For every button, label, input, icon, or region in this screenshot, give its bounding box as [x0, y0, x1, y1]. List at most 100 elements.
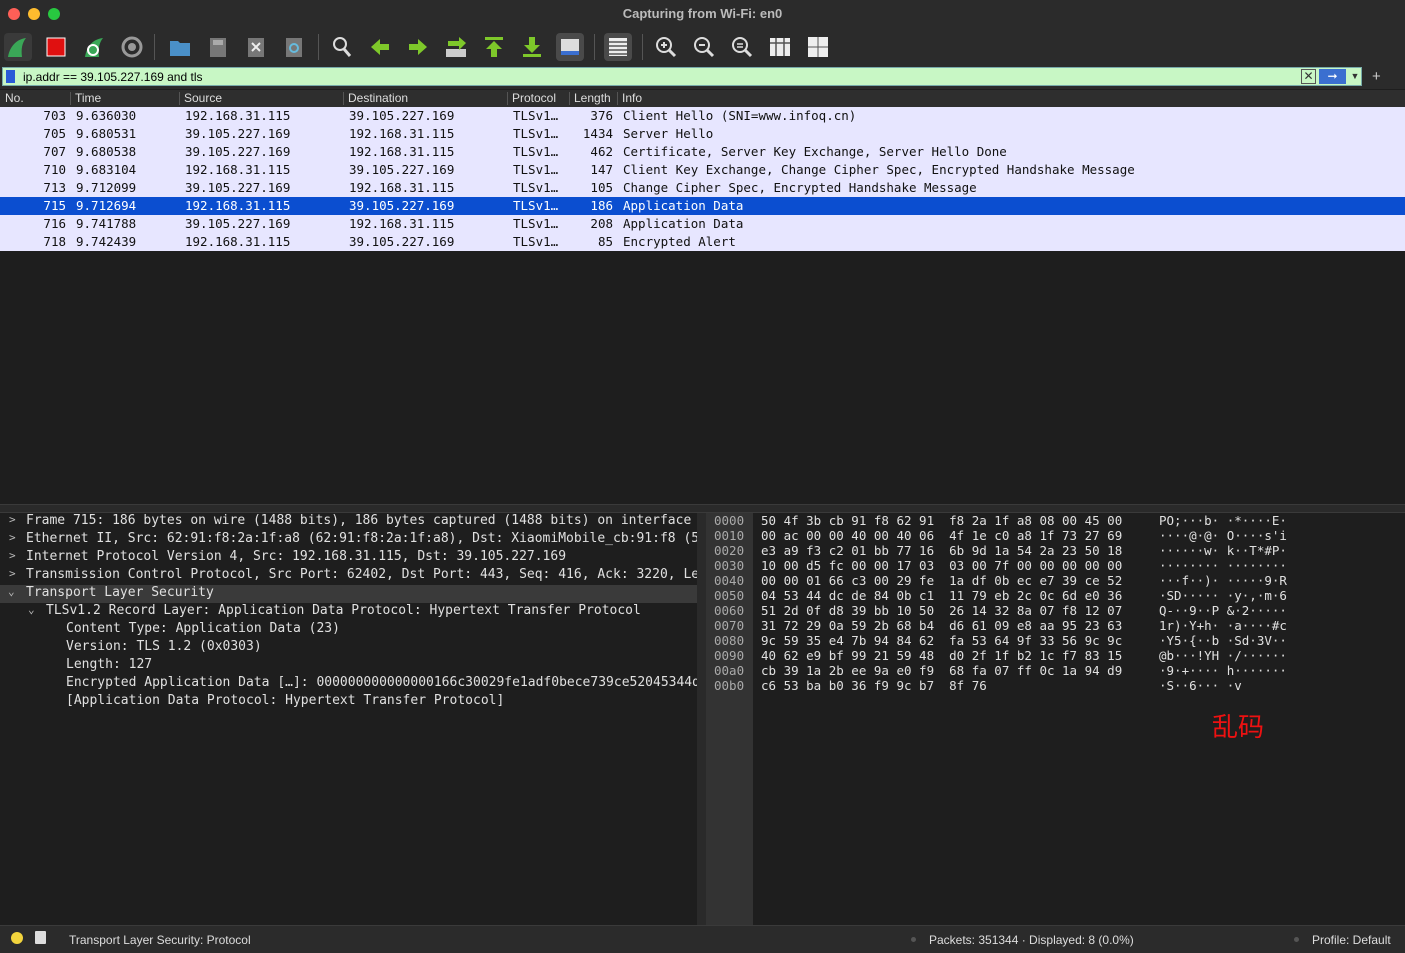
- tree-item-encrypted-data[interactable]: Encrypted Application Data […]: 00000000…: [0, 675, 697, 693]
- expert-info-icon[interactable]: [11, 932, 23, 944]
- packet-protocol: TLSv1…: [513, 162, 559, 177]
- packet-row[interactable]: 705 9.680531 39.105.227.169 192.168.31.1…: [0, 125, 1405, 143]
- col-header-length[interactable]: Length: [574, 91, 615, 105]
- packet-row-selected[interactable]: 715 9.712694 192.168.31.115 39.105.227.1…: [0, 197, 1405, 215]
- reload-file-icon[interactable]: [280, 33, 308, 61]
- packet-source: 192.168.31.115: [185, 234, 291, 249]
- hex-bytes[interactable]: 51 2d 0f d8 39 bb 10 50 26 14 32 8a 07 f…: [761, 603, 1122, 618]
- hex-bytes[interactable]: 00 00 01 66 c3 00 29 fe 1a df 0b ec e7 3…: [761, 573, 1122, 588]
- packet-info: Client Hello (SNI=www.infoq.cn): [623, 108, 857, 123]
- col-header-source[interactable]: Source: [184, 91, 222, 105]
- stop-capture-icon[interactable]: [42, 33, 70, 61]
- packet-row[interactable]: 716 9.741788 39.105.227.169 192.168.31.1…: [0, 215, 1405, 233]
- hex-bytes[interactable]: 00 ac 00 00 40 00 40 06 4f 1e c0 a8 1f 7…: [761, 528, 1122, 543]
- tree-item-tls-record[interactable]: ⌄ TLSv1.2 Record Layer: Application Data …: [0, 603, 697, 621]
- tree-item-ipv4[interactable]: > Internet Protocol Version 4, Src: 192.1…: [0, 549, 697, 567]
- find-packet-icon[interactable]: [328, 33, 356, 61]
- hex-ascii[interactable]: ·SD····· ·y·,·m·6: [1159, 588, 1287, 603]
- packet-row[interactable]: 713 9.712099 39.105.227.169 192.168.31.1…: [0, 179, 1405, 197]
- tree-item-content-type[interactable]: Content Type: Application Data (23): [0, 621, 697, 639]
- col-header-protocol[interactable]: Protocol: [512, 91, 556, 105]
- display-filter-input[interactable]: ip.addr == 39.105.227.169 and tls ✕ ➞ ▼: [2, 67, 1362, 86]
- tree-item-tls[interactable]: ⌄ Transport Layer Security: [0, 585, 697, 603]
- hex-ascii[interactable]: ······w· k··T*#P·: [1159, 543, 1287, 558]
- shark-fin-start-icon[interactable]: [4, 33, 32, 61]
- chevron-right-icon[interactable]: >: [9, 567, 21, 580]
- tree-item-app-protocol[interactable]: [Application Data Protocol: Hypertext Tr…: [0, 693, 697, 711]
- add-filter-button[interactable]: +: [1372, 68, 1381, 85]
- tree-item-length[interactable]: Length: 127: [0, 657, 697, 675]
- clear-filter-icon[interactable]: ✕: [1301, 69, 1316, 84]
- zoom-out-icon[interactable]: [690, 33, 718, 61]
- hex-ascii[interactable]: 1r)·Y+h· ·a····#c: [1159, 618, 1287, 633]
- hex-bytes[interactable]: 9c 59 35 e4 7b 94 84 62 fa 53 64 9f 33 5…: [761, 633, 1122, 648]
- hex-ascii[interactable]: ·Y5·{··b ·Sd·3V··: [1159, 633, 1287, 648]
- last-packet-icon[interactable]: [518, 33, 546, 61]
- hex-offset: 0020: [714, 543, 745, 558]
- hex-bytes[interactable]: 10 00 d5 fc 00 00 17 03 03 00 7f 00 00 0…: [761, 558, 1122, 573]
- hex-bytes[interactable]: cb 39 1a 2b ee 9a e0 f9 68 fa 07 ff 0c 1…: [761, 663, 1122, 678]
- hex-bytes[interactable]: 50 4f 3b cb 91 f8 62 91 f8 2a 1f a8 08 0…: [761, 513, 1122, 528]
- first-packet-icon[interactable]: [480, 33, 508, 61]
- hex-ascii[interactable]: ·S··6··· ·v: [1159, 678, 1242, 693]
- hex-offset: 0060: [714, 603, 745, 618]
- col-header-no[interactable]: No.: [5, 91, 24, 105]
- hex-ascii[interactable]: ········ ········: [1159, 558, 1287, 573]
- hex-bytes[interactable]: e3 a9 f3 c2 01 bb 77 16 6b 9d 1a 54 2a 2…: [761, 543, 1122, 558]
- packet-protocol: TLSv1…: [513, 126, 559, 141]
- packet-destination: 39.105.227.169: [349, 162, 455, 177]
- col-header-destination[interactable]: Destination: [348, 91, 408, 105]
- title-bar: Capturing from Wi-Fi: en0: [0, 0, 1405, 29]
- layout-icon[interactable]: [804, 33, 832, 61]
- pane-splitter-vertical[interactable]: [697, 513, 706, 925]
- hex-ascii[interactable]: ···f··)· ·····9·R: [1159, 573, 1287, 588]
- packet-row[interactable]: 710 9.683104 192.168.31.115 39.105.227.1…: [0, 161, 1405, 179]
- chevron-down-icon[interactable]: ⌄: [28, 603, 40, 616]
- chevron-right-icon[interactable]: >: [9, 549, 21, 562]
- window-title: Capturing from Wi-Fi: en0: [622, 6, 783, 21]
- zoom-in-icon[interactable]: [652, 33, 680, 61]
- close-file-icon[interactable]: [242, 33, 270, 61]
- packet-row[interactable]: 707 9.680538 39.105.227.169 192.168.31.1…: [0, 143, 1405, 161]
- resize-columns-icon[interactable]: [766, 33, 794, 61]
- chevron-right-icon[interactable]: >: [9, 513, 21, 526]
- hex-ascii[interactable]: @b···!YH ·/······: [1159, 648, 1287, 663]
- zoom-normal-icon[interactable]: [728, 33, 756, 61]
- hex-bytes[interactable]: 40 62 e9 bf 99 21 59 48 d0 2f 1f b2 1c f…: [761, 648, 1122, 663]
- chevron-down-icon[interactable]: ⌄: [8, 585, 20, 598]
- colorize-icon[interactable]: [604, 33, 632, 61]
- tree-item-frame[interactable]: > Frame 715: 186 bytes on wire (1488 bits…: [0, 513, 697, 531]
- col-header-time[interactable]: Time: [75, 91, 101, 105]
- open-file-icon[interactable]: [166, 33, 194, 61]
- hex-ascii[interactable]: PO;···b· ·*····E·: [1159, 513, 1287, 528]
- hex-bytes[interactable]: c6 53 ba b0 36 f9 9c b7 8f 76: [761, 678, 987, 693]
- go-to-packet-icon[interactable]: [442, 33, 470, 61]
- packet-info: Server Hello: [623, 126, 714, 141]
- capture-comment-icon[interactable]: [35, 931, 46, 944]
- pane-splitter-horizontal[interactable]: [0, 504, 1405, 513]
- go-back-icon[interactable]: [366, 33, 394, 61]
- packet-row[interactable]: 718 9.742439 192.168.31.115 39.105.227.1…: [0, 233, 1405, 251]
- go-forward-icon[interactable]: [404, 33, 432, 61]
- tree-item-tcp[interactable]: > Transmission Control Protocol, Src Port…: [0, 567, 697, 585]
- save-file-icon[interactable]: [204, 33, 232, 61]
- filter-history-dropdown-icon[interactable]: ▼: [1349, 69, 1361, 84]
- restart-capture-icon[interactable]: [80, 33, 108, 61]
- hex-ascii[interactable]: ·9·+···· h·······: [1159, 663, 1287, 678]
- apply-filter-icon[interactable]: ➞: [1319, 69, 1346, 84]
- hex-ascii[interactable]: Q-··9··P &·2·····: [1159, 603, 1287, 618]
- col-header-info[interactable]: Info: [622, 91, 642, 105]
- autoscroll-icon[interactable]: [556, 33, 584, 61]
- packet-row[interactable]: 703 9.636030 192.168.31.115 39.105.227.1…: [0, 107, 1405, 125]
- hex-dump-pane: 0000 0010 0020 0030 0040 0050 0060 0070 …: [706, 513, 1405, 925]
- status-profile[interactable]: Profile: Default: [1312, 933, 1391, 947]
- hex-bytes[interactable]: 31 72 29 0a 59 2b 68 b4 d6 61 09 e8 aa 9…: [761, 618, 1122, 633]
- bookmark-icon[interactable]: [6, 70, 15, 83]
- capture-options-icon[interactable]: [118, 33, 146, 61]
- packet-length: 85: [597, 234, 613, 249]
- tree-item-version[interactable]: Version: TLS 1.2 (0x0303): [0, 639, 697, 657]
- hex-ascii[interactable]: ····@·@· O····s'i: [1159, 528, 1287, 543]
- tree-item-ethernet[interactable]: > Ethernet II, Src: 62:91:f8:2a:1f:a8 (62…: [0, 531, 697, 549]
- hex-bytes[interactable]: 04 53 44 dc de 84 0b c1 11 79 eb 2c 0c 6…: [761, 588, 1122, 603]
- chevron-right-icon[interactable]: >: [9, 531, 21, 544]
